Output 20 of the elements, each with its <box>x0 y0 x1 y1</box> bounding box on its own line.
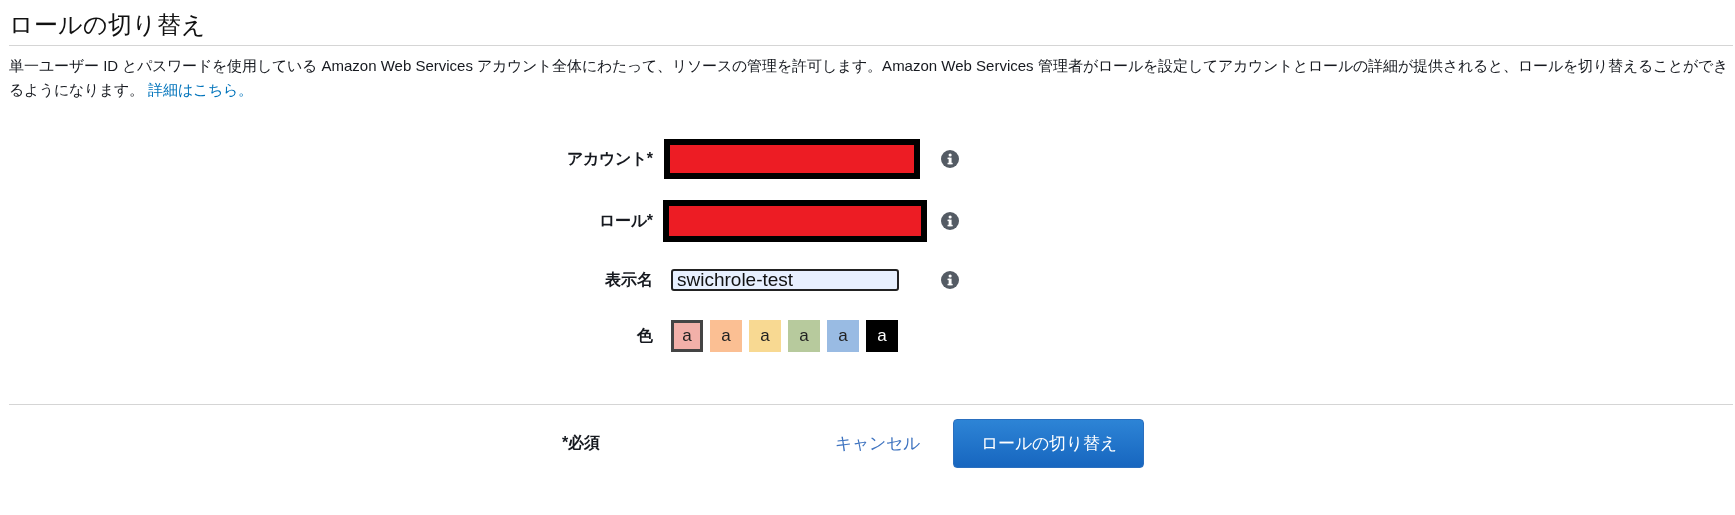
text-field[interactable]: swichrole-test <box>671 269 899 291</box>
cancel-link[interactable]: キャンセル <box>835 431 953 455</box>
field-label: 色 <box>636 325 654 346</box>
color-swatch[interactable]: a <box>749 320 781 352</box>
help-link[interactable]: 詳細はこちら。 <box>148 81 254 98</box>
field-label: ロール* <box>597 210 654 231</box>
color-swatch[interactable]: a <box>710 320 742 352</box>
color-swatch[interactable]: a <box>788 320 820 352</box>
field-label: アカウント* <box>565 148 654 169</box>
field-label: 表示名 <box>604 269 654 290</box>
page-title: ロールの切り替え <box>9 10 207 40</box>
description-text: 単一ユーザー ID とパスワードを使用している Amazon Web Services アカウント全体にわたって、リソースの管理を許可します。Amazon Web Services 管理者がロールを設定してアカウントとロールの詳細が提供されると、ロールを切り替えることができるようになります。 詳細はこちら。 <box>9 56 1729 100</box>
required-note: *必須 <box>562 432 602 453</box>
info-icon[interactable] <box>941 150 959 168</box>
info-icon[interactable] <box>941 212 959 230</box>
info-icon[interactable] <box>941 271 959 289</box>
switch-role-button[interactable]: ロールの切り替え <box>953 418 1144 468</box>
color-swatch[interactable]: a <box>671 320 703 352</box>
color-swatch[interactable]: a <box>866 320 898 352</box>
color-swatch[interactable]: a <box>827 320 859 352</box>
